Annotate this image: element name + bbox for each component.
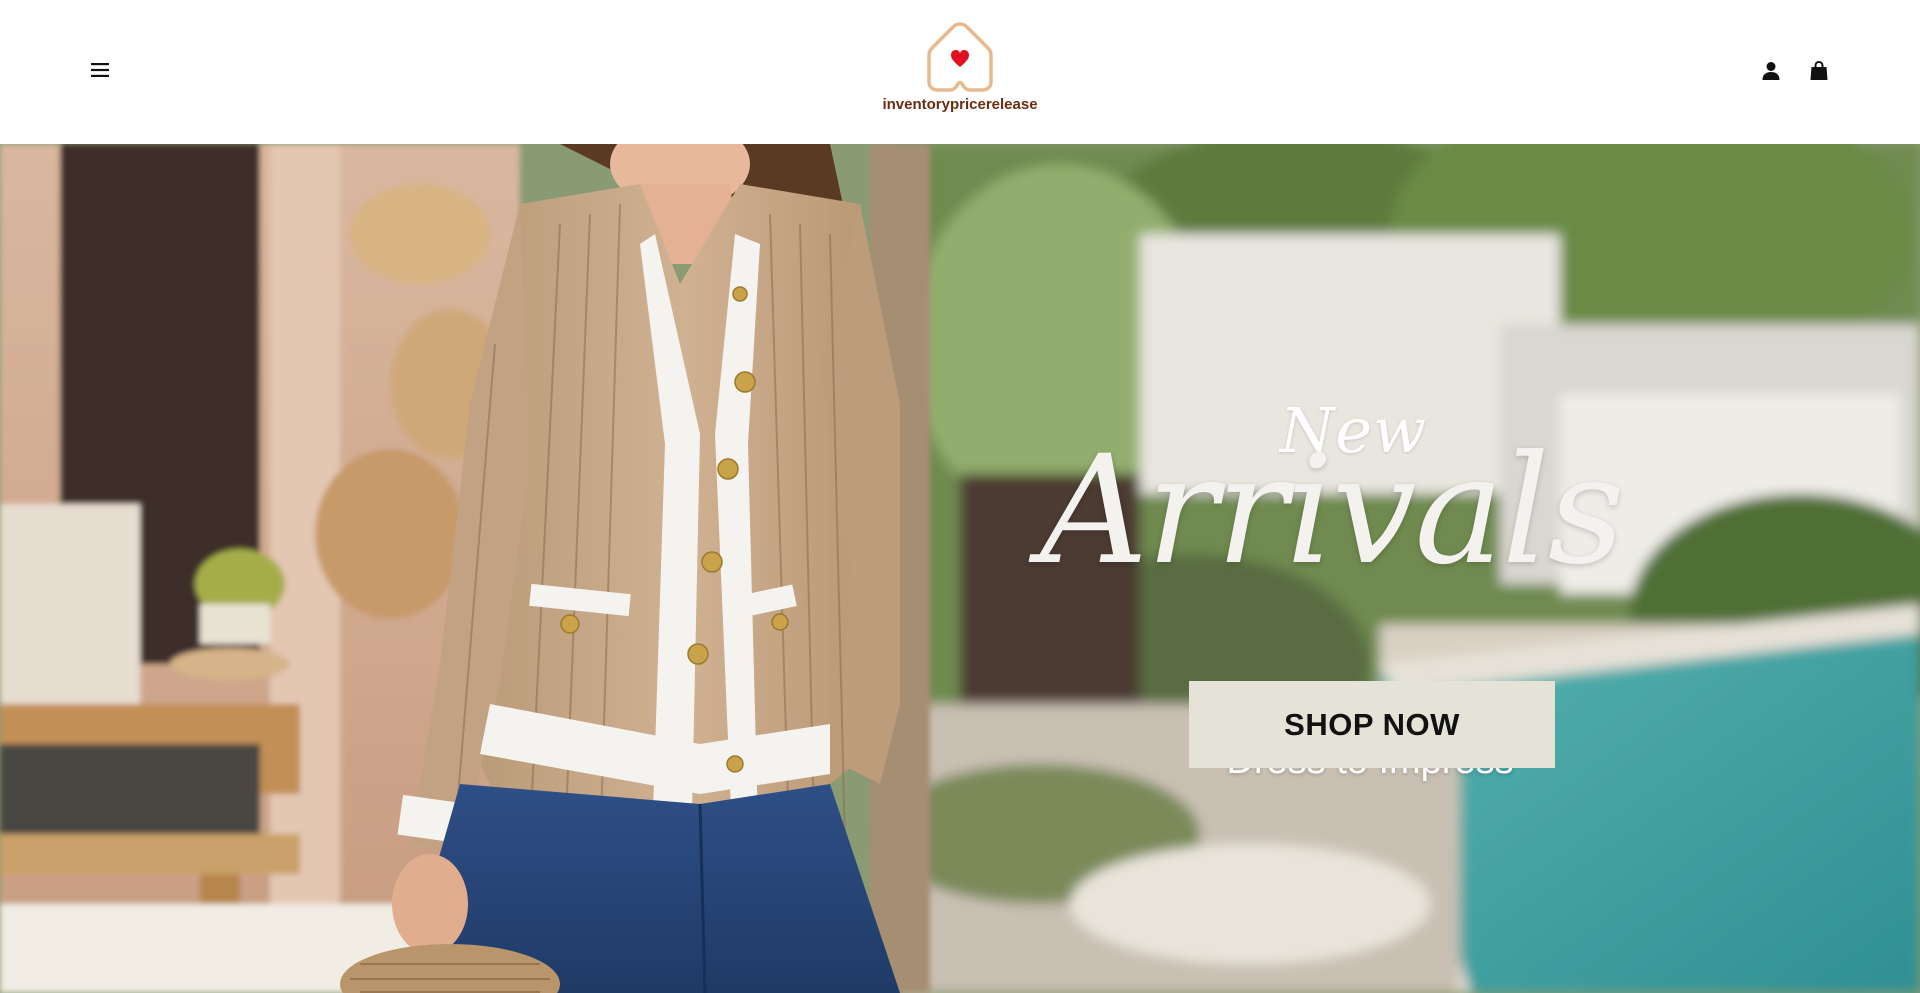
hero-headline-large: Arrivals: [1040, 424, 1625, 598]
brand-name: inventorypricerelease: [882, 96, 1038, 113]
shop-now-button[interactable]: SHOP NOW: [1189, 681, 1555, 768]
site-header: inventorypricerelease: [0, 0, 1920, 144]
header-actions: [1760, 60, 1830, 82]
shopping-bag-icon[interactable]: [1808, 60, 1830, 82]
user-icon[interactable]: [1760, 60, 1782, 82]
hero-banner: New Arrivals Dress to Impress: [0, 144, 1920, 993]
hamburger-menu-icon[interactable]: [88, 58, 112, 82]
house-heart-icon: [927, 22, 993, 92]
brand-logo[interactable]: inventorypricerelease: [870, 20, 1050, 124]
